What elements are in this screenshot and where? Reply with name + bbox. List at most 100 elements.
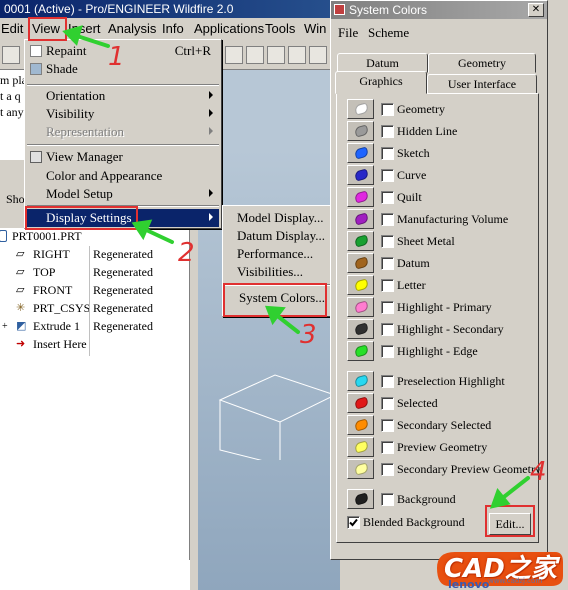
tree-footer xyxy=(0,560,190,590)
menu-item-datum-display[interactable]: Datum Display... xyxy=(225,227,335,245)
color-swatch xyxy=(353,440,370,454)
menu-item-model-display[interactable]: Model Display... xyxy=(225,209,335,227)
color-label: Curve xyxy=(397,168,427,182)
color-row: Selected xyxy=(347,393,542,415)
tree-root[interactable]: PRT0001.PRT xyxy=(0,228,190,246)
color-swatch-button[interactable] xyxy=(347,415,374,435)
color-label: Background xyxy=(397,492,456,506)
color-swatch-button[interactable] xyxy=(347,437,374,457)
menu-tools[interactable]: Tools xyxy=(265,21,295,36)
color-checkbox[interactable] xyxy=(381,279,394,292)
tree-row[interactable]: ✳ PRT_CSYS Regenerated xyxy=(0,300,190,318)
color-swatch xyxy=(353,396,370,410)
color-swatch-button[interactable] xyxy=(347,319,374,339)
color-checkbox[interactable] xyxy=(381,257,394,270)
menu-applications[interactable]: Applications xyxy=(194,21,264,36)
show-menu-label[interactable]: Sho xyxy=(6,192,25,207)
tab-user-interface[interactable]: User Interface xyxy=(427,74,537,94)
menu-item-performance[interactable]: Performance... xyxy=(225,245,335,263)
color-checkbox[interactable] xyxy=(381,213,394,226)
color-checkbox[interactable] xyxy=(381,419,394,432)
tree-row[interactable]: ▱ RIGHT Regenerated xyxy=(0,246,190,264)
part-icon xyxy=(0,230,7,242)
color-label: Preview Geometry xyxy=(397,440,488,454)
tab-graphics[interactable]: Graphics xyxy=(335,71,427,94)
color-checkbox[interactable] xyxy=(381,147,394,160)
tree-row[interactable]: ➜ Insert Here xyxy=(0,336,190,354)
tab-geometry[interactable]: Geometry xyxy=(428,53,536,73)
menu-edit[interactable]: Edit xyxy=(1,21,23,36)
color-swatch-button[interactable] xyxy=(347,341,374,361)
menu-item-model-setup[interactable]: Model Setup xyxy=(27,185,219,203)
color-checkbox[interactable] xyxy=(381,169,394,182)
datum-plane-icon: ▱ xyxy=(16,284,25,296)
color-swatch-button[interactable] xyxy=(347,275,374,295)
color-swatch-button[interactable] xyxy=(347,489,374,509)
color-swatch-button[interactable] xyxy=(347,297,374,317)
toolbar-button[interactable] xyxy=(309,46,327,64)
color-checkbox[interactable] xyxy=(381,441,394,454)
color-label: Manufacturing Volume xyxy=(397,212,509,226)
menu-item-visibilities[interactable]: Visibilities... xyxy=(225,263,335,281)
color-checkbox[interactable] xyxy=(381,125,394,138)
menu-accelerator: Ctrl+R xyxy=(174,43,211,58)
toolbar-button[interactable] xyxy=(267,46,285,64)
color-swatch-button[interactable] xyxy=(347,371,374,391)
menu-item-visibility[interactable]: Visibility xyxy=(27,105,219,123)
color-swatch xyxy=(353,124,370,138)
tree-item-status: Regenerated xyxy=(93,301,153,315)
tree-row[interactable]: + ◩ Extrude 1 Regenerated xyxy=(0,318,190,336)
color-checkbox[interactable] xyxy=(381,345,394,358)
tree-row[interactable]: ▱ TOP Regenerated xyxy=(0,264,190,282)
color-swatch xyxy=(353,256,370,270)
menu-item-orientation[interactable]: Orientation xyxy=(27,87,219,105)
color-checkbox[interactable] xyxy=(381,103,394,116)
datum-plane-icon: ▱ xyxy=(16,266,25,278)
close-icon[interactable]: ✕ xyxy=(528,3,544,17)
color-checkbox[interactable] xyxy=(381,463,394,476)
tree-item-label: Extrude 1 xyxy=(33,319,80,333)
system-colors-dialog: System Colors ✕ File Scheme Datum Geomet… xyxy=(330,0,548,560)
color-swatch-button[interactable] xyxy=(347,165,374,185)
color-swatch-button[interactable] xyxy=(347,187,374,207)
tree-column-divider[interactable] xyxy=(89,246,90,356)
menu-analysis[interactable]: Analysis xyxy=(108,21,156,36)
checkmark-icon xyxy=(349,518,358,527)
color-checkbox[interactable] xyxy=(381,191,394,204)
menu-item-color-appearance[interactable]: Color and Appearance xyxy=(27,167,219,185)
menu-item-view-manager[interactable]: View Manager xyxy=(27,148,219,166)
tree-item-label: PRT_CSYS xyxy=(33,301,91,315)
color-swatch-button[interactable] xyxy=(347,253,374,273)
color-swatch-button[interactable] xyxy=(347,99,374,119)
color-checkbox[interactable] xyxy=(381,323,394,336)
undo-icon[interactable] xyxy=(2,46,20,64)
blended-background-checkbox[interactable] xyxy=(347,516,360,529)
dialog-menu-scheme[interactable]: Scheme xyxy=(368,25,409,41)
color-checkbox[interactable] xyxy=(381,397,394,410)
expand-icon[interactable]: + xyxy=(2,321,8,332)
color-swatch-button[interactable] xyxy=(347,209,374,229)
color-swatch-button[interactable] xyxy=(347,231,374,251)
toolbar-button[interactable] xyxy=(288,46,306,64)
app-icon xyxy=(334,4,345,15)
color-swatch-button[interactable] xyxy=(347,121,374,141)
tab-datum[interactable]: Datum xyxy=(337,53,428,73)
menu-window[interactable]: Win xyxy=(304,21,326,36)
color-checkbox[interactable] xyxy=(381,493,394,506)
tree-row[interactable]: ▱ FRONT Regenerated xyxy=(0,282,190,300)
color-swatch-button[interactable] xyxy=(347,459,374,479)
menu-info[interactable]: Info xyxy=(162,21,184,36)
menu-insert[interactable]: Insert xyxy=(68,21,101,36)
toolbar-button[interactable] xyxy=(246,46,264,64)
color-swatch-button[interactable] xyxy=(347,393,374,413)
color-checkbox[interactable] xyxy=(381,375,394,388)
color-swatch-button[interactable] xyxy=(347,143,374,163)
color-checkbox[interactable] xyxy=(381,235,394,248)
highlight-system-colors xyxy=(223,283,327,317)
color-checkbox[interactable] xyxy=(381,301,394,314)
extrude-icon: ◩ xyxy=(16,320,27,332)
toolbar-button[interactable] xyxy=(225,46,243,64)
color-row: Secondary Selected xyxy=(347,415,542,437)
color-row: Highlight - Edge xyxy=(347,341,542,363)
dialog-menu-file[interactable]: File xyxy=(338,25,358,41)
